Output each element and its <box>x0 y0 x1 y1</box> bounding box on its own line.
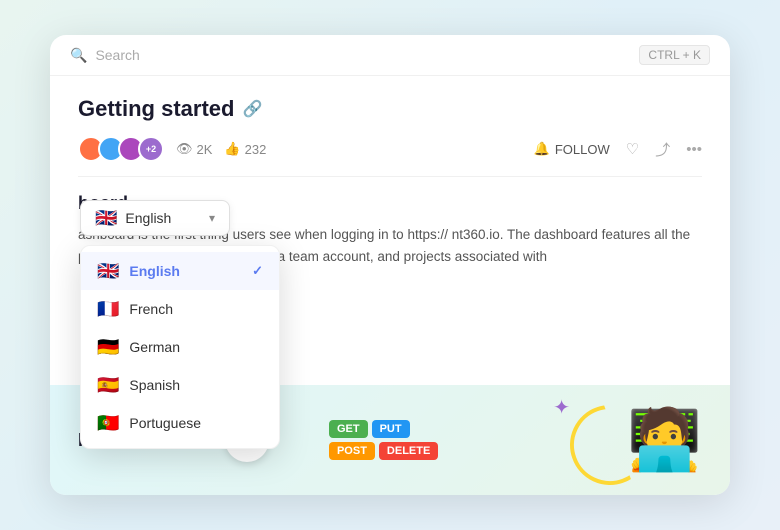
article-title-row: Getting started 🔗 <box>78 96 702 122</box>
sparkle-icon: ✦ <box>553 395 570 420</box>
search-bar: 🔍 Search CTRL + K <box>50 35 730 76</box>
article-meta: +2 👁 2K 👍 232 🔔 FOLLOW ♡ ⤴ ••• <box>78 136 702 177</box>
language-label-english: English <box>129 263 180 279</box>
api-row-top: GET PUT <box>329 420 438 438</box>
selected-flag: 🇬🇧 <box>95 209 117 227</box>
meta-actions: 🔔 FOLLOW ♡ ⤴ ••• <box>534 139 702 160</box>
language-selector[interactable]: 🇬🇧 English ▾ <box>80 200 230 236</box>
language-dropdown: 🇬🇧 English ✓ 🇫🇷 French 🇩🇪 German 🇪🇸 Span… <box>80 245 280 449</box>
language-label-spanish: Spanish <box>129 377 180 393</box>
language-option-german[interactable]: 🇩🇪 German <box>81 328 279 366</box>
main-card: 🔍 Search CTRL + K Getting started 🔗 +2 👁… <box>50 35 730 495</box>
api-row-bottom: POST DELETE <box>329 442 438 460</box>
heart-icon[interactable]: ♡ <box>626 140 639 158</box>
get-tag: GET <box>329 420 368 438</box>
language-option-portuguese[interactable]: 🇵🇹 Portuguese <box>81 404 279 442</box>
flag-icon-pt: 🇵🇹 <box>97 414 119 432</box>
check-icon: ✓ <box>252 263 263 279</box>
chevron-down-icon: ▾ <box>209 211 215 225</box>
post-tag: POST <box>329 442 375 460</box>
search-icon: 🔍 <box>70 47 87 64</box>
more-icon[interactable]: ••• <box>686 141 702 158</box>
like-count: 👍 232 <box>224 141 266 157</box>
illustration: 🧑‍💻 <box>627 410 702 470</box>
share-icon[interactable]: ⤴ <box>655 139 670 160</box>
language-label-portuguese: Portuguese <box>129 415 201 431</box>
bell-icon: 🔔 <box>534 141 550 157</box>
language-option-english[interactable]: 🇬🇧 English ✓ <box>81 252 279 290</box>
view-count: 👁 2K <box>176 141 212 157</box>
api-tags: GET PUT POST DELETE <box>329 420 438 460</box>
language-option-french[interactable]: 🇫🇷 French <box>81 290 279 328</box>
language-label-german: German <box>129 339 180 355</box>
avatar-group: +2 <box>78 136 164 162</box>
selected-language-label: English <box>125 210 171 226</box>
content-area: Getting started 🔗 +2 👁 2K 👍 232 🔔 <box>50 76 730 267</box>
thumb-icon: 👍 <box>224 141 240 157</box>
search-shortcut: CTRL + K <box>639 45 710 65</box>
flag-icon-fr: 🇫🇷 <box>97 300 119 318</box>
language-label-french: French <box>129 301 173 317</box>
search-placeholder: Search <box>95 47 631 63</box>
flag-icon-de: 🇩🇪 <box>97 338 119 356</box>
article-title: Getting started <box>78 96 234 122</box>
flag-icon-en: 🇬🇧 <box>97 262 119 280</box>
avatar-overflow: +2 <box>138 136 164 162</box>
put-tag: PUT <box>372 420 410 438</box>
flag-icon-es: 🇪🇸 <box>97 376 119 394</box>
eye-icon: 👁 <box>176 141 193 157</box>
follow-button[interactable]: 🔔 FOLLOW <box>534 141 610 157</box>
language-option-spanish[interactable]: 🇪🇸 Spanish <box>81 366 279 404</box>
delete-tag: DELETE <box>379 442 438 460</box>
link-icon[interactable]: 🔗 <box>242 99 262 119</box>
